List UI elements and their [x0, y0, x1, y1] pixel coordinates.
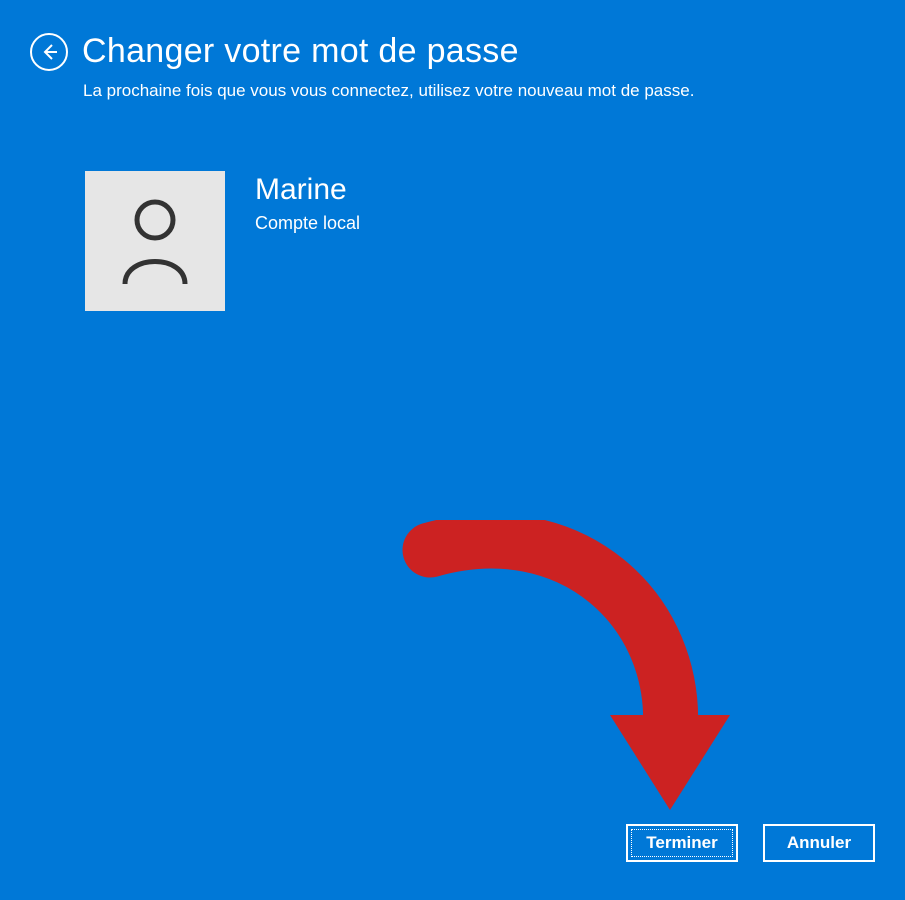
page-title: Changer votre mot de passe — [82, 32, 519, 71]
page-subtitle: La prochaine fois que vous vous connecte… — [83, 81, 905, 101]
account-type: Compte local — [255, 213, 360, 234]
avatar — [85, 171, 225, 311]
finish-button[interactable]: Terminer — [626, 824, 738, 862]
cancel-button[interactable]: Annuler — [763, 824, 875, 862]
account-name: Marine — [255, 173, 360, 207]
annotation-arrow-icon — [370, 520, 740, 845]
person-icon — [115, 196, 195, 286]
back-button[interactable] — [30, 33, 68, 71]
back-arrow-icon — [39, 42, 59, 62]
